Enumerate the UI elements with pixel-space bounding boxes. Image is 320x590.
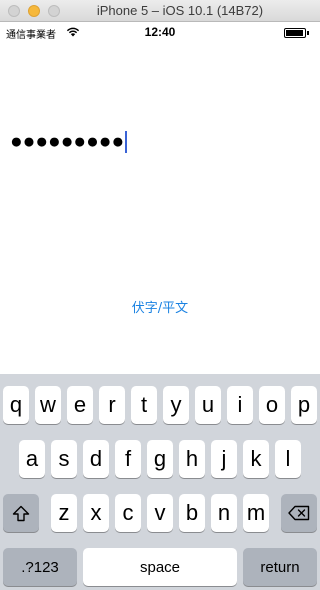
key-g[interactable]: g — [147, 440, 173, 478]
key-v[interactable]: v — [147, 494, 173, 532]
password-field[interactable]: ●●●●●●●●● — [10, 128, 310, 156]
key-d[interactable]: d — [83, 440, 109, 478]
key-p[interactable]: p — [291, 386, 317, 424]
key-n[interactable]: n — [211, 494, 237, 532]
backspace-icon — [288, 505, 310, 521]
simulator-title-bar: iPhone 5 – iOS 10.1 (14B72) — [0, 0, 320, 22]
key-y[interactable]: y — [163, 386, 189, 424]
key-m[interactable]: m — [243, 494, 269, 532]
key-a[interactable]: a — [19, 440, 45, 478]
window-close-button[interactable] — [8, 5, 20, 17]
password-masked-value: ●●●●●●●●● — [10, 130, 125, 154]
key-q[interactable]: q — [3, 386, 29, 424]
key-f[interactable]: f — [115, 440, 141, 478]
text-cursor — [125, 131, 128, 154]
key-j[interactable]: j — [211, 440, 237, 478]
status-time: 12:40 — [144, 25, 176, 39]
key-l[interactable]: l — [275, 440, 301, 478]
shift-icon — [12, 505, 30, 522]
key-x[interactable]: x — [83, 494, 109, 532]
key-o[interactable]: o — [259, 386, 285, 424]
key-b[interactable]: b — [179, 494, 205, 532]
status-bar: 通信事業者 12:40 — [0, 22, 320, 42]
key-w[interactable]: w — [35, 386, 61, 424]
key-e[interactable]: e — [67, 386, 93, 424]
key-c[interactable]: c — [115, 494, 141, 532]
key-u[interactable]: u — [195, 386, 221, 424]
mask-toggle-button[interactable]: 伏字/平文 — [0, 297, 320, 316]
key-k[interactable]: k — [243, 440, 269, 478]
window-zoom-button[interactable] — [48, 5, 60, 17]
delete-key[interactable] — [281, 494, 317, 532]
key-t[interactable]: t — [131, 386, 157, 424]
battery-icon — [284, 28, 309, 38]
return-key[interactable]: return — [243, 548, 317, 586]
key-z[interactable]: z — [51, 494, 77, 532]
key-r[interactable]: r — [99, 386, 125, 424]
window-minimize-button[interactable] — [28, 5, 40, 17]
keyboard: q w e r t y u i o p a s d f g h j k l z … — [0, 374, 320, 590]
key-s[interactable]: s — [51, 440, 77, 478]
shift-key[interactable] — [3, 494, 39, 532]
key-h[interactable]: h — [179, 440, 205, 478]
key-i[interactable]: i — [227, 386, 253, 424]
space-key[interactable]: space — [83, 548, 237, 586]
window-title: iPhone 5 – iOS 10.1 (14B72) — [96, 3, 264, 18]
numbers-key[interactable]: .?123 — [3, 548, 77, 586]
